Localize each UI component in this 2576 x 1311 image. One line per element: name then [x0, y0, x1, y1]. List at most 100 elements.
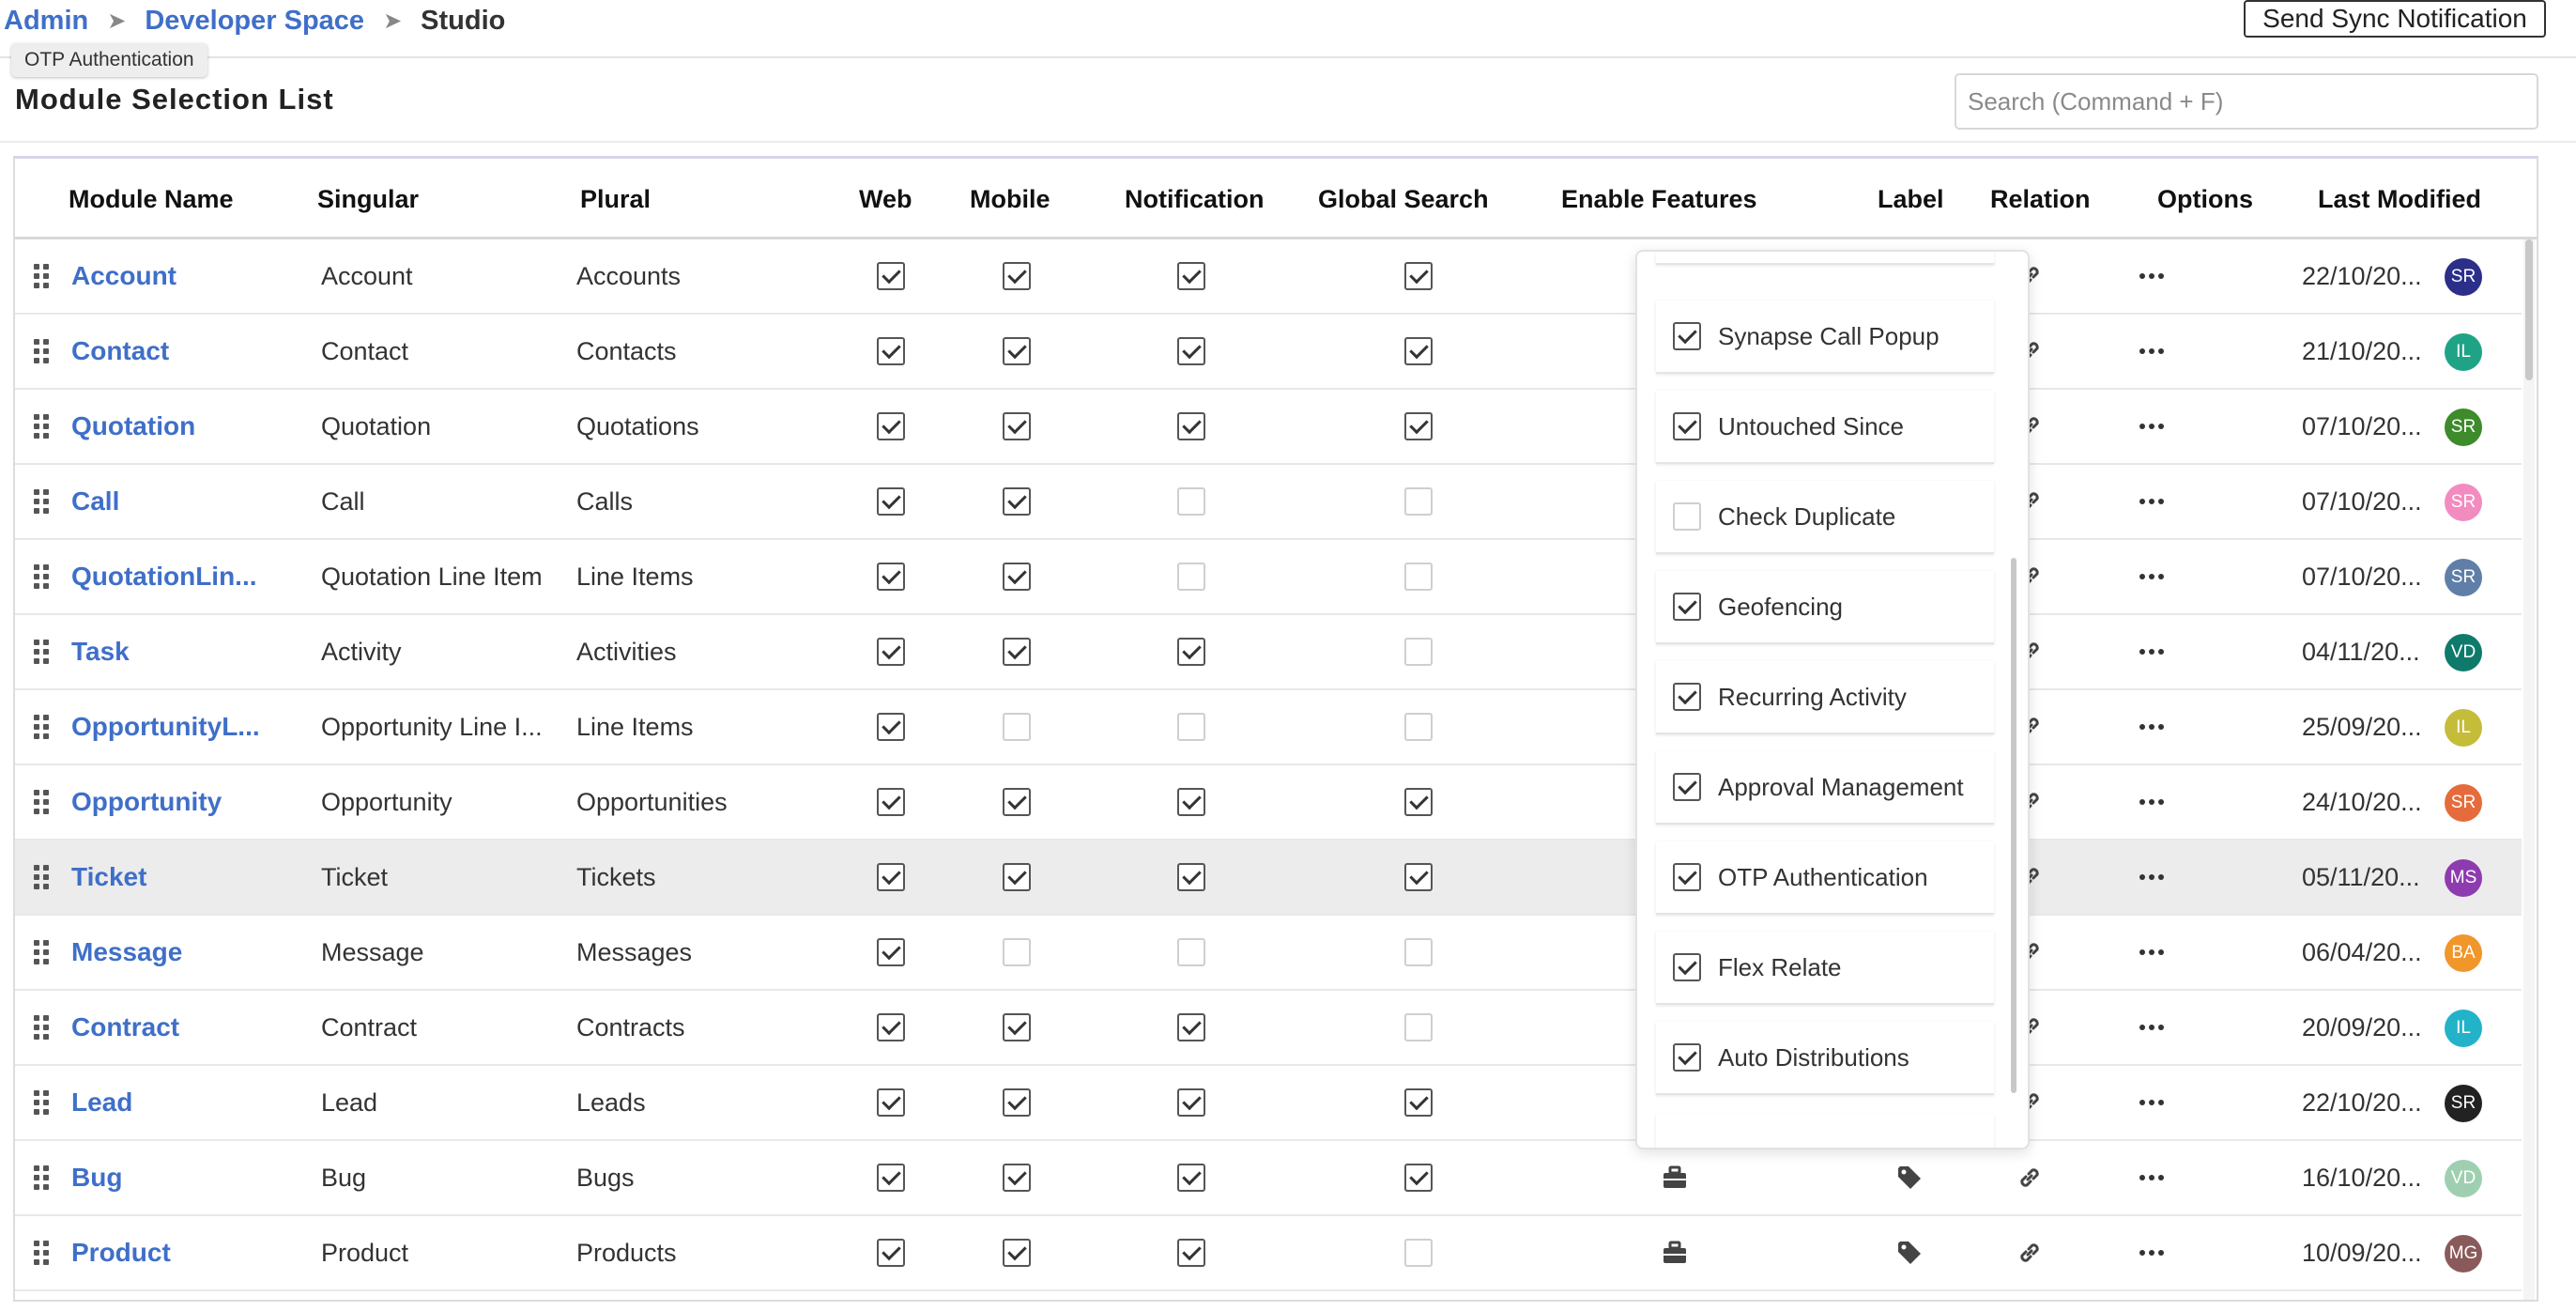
feature-option[interactable]: Approval Management [1656, 751, 1994, 825]
more-options-icon[interactable] [2133, 239, 2170, 313]
table-row[interactable]: Call Call Calls 07/10/20... SR [15, 465, 2522, 540]
global-search-checkbox[interactable] [1404, 713, 1433, 741]
mobile-checkbox[interactable] [1003, 1239, 1031, 1267]
drag-handle-icon[interactable] [34, 865, 49, 889]
global-search-checkbox[interactable] [1404, 638, 1433, 666]
global-search-checkbox[interactable] [1404, 938, 1433, 966]
module-name-link[interactable]: Message [71, 916, 297, 989]
more-options-icon[interactable] [2133, 916, 2170, 989]
drag-handle-icon[interactable] [34, 940, 49, 964]
notification-checkbox[interactable] [1177, 262, 1205, 290]
module-name-link[interactable]: Call [71, 465, 297, 538]
web-checkbox[interactable] [877, 1088, 905, 1117]
notification-checkbox[interactable] [1177, 788, 1205, 816]
feature-checkbox[interactable] [1673, 412, 1701, 440]
toolbox-icon[interactable] [1656, 1216, 1694, 1289]
mobile-checkbox[interactable] [1003, 713, 1031, 741]
table-row[interactable]: Opportunity Opportunity Opportunities 24/10… [15, 765, 2522, 841]
tag-icon[interactable] [1891, 1216, 1928, 1289]
mobile-checkbox[interactable] [1003, 563, 1031, 591]
drag-handle-icon[interactable] [34, 339, 49, 363]
table-row[interactable]: QuotationLin... Quotation Line Item Line I… [15, 540, 2522, 615]
global-search-checkbox[interactable] [1404, 1013, 1433, 1041]
table-row[interactable]: Lead Lead Leads 22/10/20... SR [15, 1066, 2522, 1141]
web-checkbox[interactable] [877, 638, 905, 666]
table-scrollbar[interactable] [2523, 239, 2535, 1300]
more-options-icon[interactable] [2133, 841, 2170, 914]
module-name-link[interactable]: Account [71, 239, 297, 313]
notification-checkbox[interactable] [1177, 1239, 1205, 1267]
drag-handle-icon[interactable] [34, 264, 49, 288]
toolbox-icon[interactable] [1656, 1141, 1694, 1214]
notification-checkbox[interactable] [1177, 412, 1205, 440]
global-search-checkbox[interactable] [1404, 563, 1433, 591]
web-checkbox[interactable] [877, 337, 905, 365]
mobile-checkbox[interactable] [1003, 638, 1031, 666]
global-search-checkbox[interactable] [1404, 412, 1433, 440]
notification-checkbox[interactable] [1177, 1088, 1205, 1117]
mobile-checkbox[interactable] [1003, 938, 1031, 966]
table-row[interactable]: Contract Contract Contracts 20/09/20... IL [15, 991, 2522, 1066]
mobile-checkbox[interactable] [1003, 487, 1031, 516]
notification-checkbox[interactable] [1177, 1164, 1205, 1192]
web-checkbox[interactable] [877, 412, 905, 440]
mobile-checkbox[interactable] [1003, 863, 1031, 891]
mobile-checkbox[interactable] [1003, 412, 1031, 440]
global-search-checkbox[interactable] [1404, 788, 1433, 816]
feature-option[interactable]: Geofencing [1656, 571, 1994, 644]
global-search-checkbox[interactable] [1404, 262, 1433, 290]
notification-checkbox[interactable] [1177, 563, 1205, 591]
feature-checkbox[interactable] [1673, 322, 1701, 350]
more-options-icon[interactable] [2133, 315, 2170, 388]
mobile-checkbox[interactable] [1003, 788, 1031, 816]
module-name-link[interactable]: Product [71, 1216, 297, 1289]
drag-handle-icon[interactable] [34, 1165, 49, 1190]
table-row[interactable]: Quotation Quotation Quotations 07/10/20... S… [15, 390, 2522, 465]
notification-checkbox[interactable] [1177, 638, 1205, 666]
module-name-link[interactable]: Quotation [71, 390, 297, 463]
drag-handle-icon[interactable] [34, 1015, 49, 1040]
more-options-icon[interactable] [2133, 615, 2170, 688]
more-options-icon[interactable] [2133, 390, 2170, 463]
mobile-checkbox[interactable] [1003, 1088, 1031, 1117]
feature-checkbox[interactable] [1673, 773, 1701, 801]
feature-option[interactable]: Check Duplicate [1656, 481, 1994, 554]
web-checkbox[interactable] [877, 1013, 905, 1041]
search-input[interactable] [1955, 73, 2538, 130]
table-row[interactable]: OpportunityL... Opportunity Line I... Line… [15, 690, 2522, 765]
global-search-checkbox[interactable] [1404, 1088, 1433, 1117]
module-name-link[interactable]: Ticket [71, 841, 297, 914]
more-options-icon[interactable] [2133, 1216, 2170, 1289]
notification-checkbox[interactable] [1177, 337, 1205, 365]
table-row[interactable]: Bug Bug Bugs 16/10/20... VD [15, 1141, 2522, 1216]
feature-option[interactable]: Synapse Call Popup [1656, 301, 1994, 374]
feature-checkbox[interactable] [1673, 683, 1701, 711]
feature-option[interactable]: Auto Distributions [1656, 1022, 1994, 1095]
more-options-icon[interactable] [2133, 991, 2170, 1064]
drag-handle-icon[interactable] [34, 715, 49, 739]
more-options-icon[interactable] [2133, 1066, 2170, 1139]
drag-handle-icon[interactable] [34, 489, 49, 514]
notification-checkbox[interactable] [1177, 863, 1205, 891]
feature-checkbox[interactable] [1673, 863, 1701, 891]
notification-checkbox[interactable] [1177, 1013, 1205, 1041]
link-icon[interactable] [2011, 1216, 2048, 1289]
more-options-icon[interactable] [2133, 465, 2170, 538]
feature-checkbox[interactable] [1673, 502, 1701, 531]
table-row[interactable]: Product Product Products 10/09/20... MG [15, 1216, 2522, 1291]
breadcrumb-admin[interactable]: Admin [4, 6, 88, 37]
web-checkbox[interactable] [877, 1239, 905, 1267]
mobile-checkbox[interactable] [1003, 1013, 1031, 1041]
feature-option[interactable]: OTP Authentication [1656, 841, 1994, 915]
mobile-checkbox[interactable] [1003, 1164, 1031, 1192]
notification-checkbox[interactable] [1177, 938, 1205, 966]
mobile-checkbox[interactable] [1003, 337, 1031, 365]
tag-icon[interactable] [1891, 1141, 1928, 1214]
notification-checkbox[interactable] [1177, 487, 1205, 516]
table-row[interactable]: Task Activity Activities 04/11/20... VD [15, 615, 2522, 690]
popover-scrollbar[interactable] [2011, 558, 2016, 1093]
mobile-checkbox[interactable] [1003, 262, 1031, 290]
table-scroll-thumb[interactable] [2525, 239, 2533, 380]
web-checkbox[interactable] [877, 788, 905, 816]
web-checkbox[interactable] [877, 938, 905, 966]
